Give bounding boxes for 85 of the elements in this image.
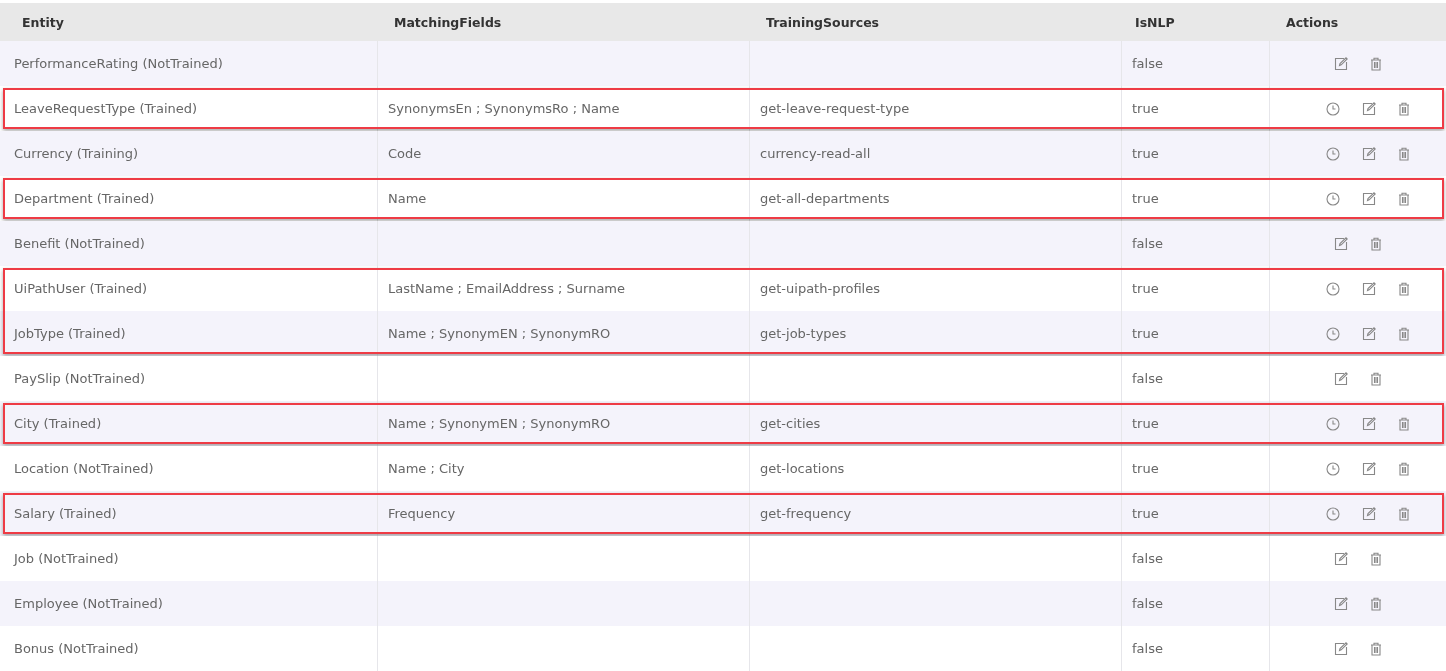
trash-icon[interactable] <box>1370 236 1382 251</box>
trash-icon[interactable] <box>1398 281 1410 296</box>
edit-icon[interactable] <box>1334 236 1348 251</box>
table-cell: Name ; City <box>388 461 465 476</box>
table-cell: Employee (NotTrained) <box>14 596 163 611</box>
trash-icon[interactable] <box>1398 191 1410 206</box>
trash-icon[interactable] <box>1398 146 1410 161</box>
table-cell: LastName ; EmailAddress ; Surname <box>388 281 626 296</box>
trash-icon[interactable] <box>1370 551 1382 566</box>
trash-icon[interactable] <box>1370 641 1382 656</box>
table-cell: Currency (Training) <box>14 146 139 161</box>
edit-icon[interactable] <box>1362 416 1376 431</box>
table-cell: PaySlip (NotTrained) <box>14 371 146 386</box>
table-cell: get-uipath-profiles <box>760 281 880 296</box>
clock-icon[interactable] <box>1326 101 1340 116</box>
clock-icon[interactable] <box>1326 506 1340 521</box>
clock-icon[interactable] <box>1326 326 1340 341</box>
table-cell: get-frequency <box>760 506 852 521</box>
column-header: IsNLP <box>1135 14 1175 30</box>
table-cell: false <box>1132 551 1163 566</box>
trash-icon[interactable] <box>1370 596 1382 611</box>
edit-icon[interactable] <box>1334 596 1348 611</box>
column-header: Entity <box>22 14 64 30</box>
table-cell: LeaveRequestType (Trained) <box>14 101 198 116</box>
table-cell: false <box>1132 641 1163 656</box>
edit-icon[interactable] <box>1362 191 1376 206</box>
table-cell: true <box>1132 326 1159 341</box>
table-cell: Frequency <box>388 506 456 521</box>
edit-icon[interactable] <box>1334 551 1348 566</box>
table-cell: true <box>1132 281 1159 296</box>
edit-icon[interactable] <box>1334 371 1348 386</box>
table-cell: UiPathUser (Trained) <box>14 281 148 296</box>
table-cell: Name ; SynonymEN ; SynonymRO <box>388 326 611 341</box>
table-cell: false <box>1132 371 1163 386</box>
column-header: Actions <box>1286 14 1339 30</box>
table-cell: JobType (Trained) <box>14 326 126 341</box>
table-cell: Benefit (NotTrained) <box>14 236 145 251</box>
trash-icon[interactable] <box>1398 461 1410 476</box>
table-cell: false <box>1132 596 1163 611</box>
table-cell: Bonus (NotTrained) <box>14 641 139 656</box>
table-cell: get-locations <box>760 461 845 476</box>
edit-icon[interactable] <box>1362 506 1376 521</box>
clock-icon[interactable] <box>1326 146 1340 161</box>
edit-icon[interactable] <box>1334 56 1348 71</box>
edit-icon[interactable] <box>1362 146 1376 161</box>
edit-icon[interactable] <box>1362 101 1376 116</box>
table-cell: City (Trained) <box>14 416 102 431</box>
table-cell: Name ; SynonymEN ; SynonymRO <box>388 416 611 431</box>
trash-icon[interactable] <box>1398 416 1410 431</box>
table-cell: get-all-departments <box>760 191 890 206</box>
table-cell: get-cities <box>760 416 821 431</box>
clock-icon[interactable] <box>1326 281 1340 296</box>
table-cell: Department (Trained) <box>14 191 155 206</box>
edit-icon[interactable] <box>1362 281 1376 296</box>
table-cell: get-leave-request-type <box>760 101 910 116</box>
table-cell: true <box>1132 461 1159 476</box>
edit-icon[interactable] <box>1334 641 1348 656</box>
column-header: TrainingSources <box>766 14 880 30</box>
table-cell: Location (NotTrained) <box>14 461 154 476</box>
table-cell: false <box>1132 56 1163 71</box>
trash-icon[interactable] <box>1398 101 1410 116</box>
table-cell: PerformanceRating (NotTrained) <box>14 56 223 71</box>
table-cell: currency-read-all <box>760 146 871 161</box>
table-cell: SynonymsEn ; SynonymsRo ; Name <box>388 101 620 116</box>
trash-icon[interactable] <box>1398 326 1410 341</box>
table-cell: true <box>1132 101 1159 116</box>
clock-icon[interactable] <box>1326 461 1340 476</box>
table-cell: true <box>1132 146 1159 161</box>
clock-icon[interactable] <box>1326 416 1340 431</box>
edit-icon[interactable] <box>1362 326 1376 341</box>
table-cell: get-job-types <box>760 326 847 341</box>
table-cell: true <box>1132 506 1159 521</box>
table-cell: Salary (Trained) <box>14 506 117 521</box>
edit-icon[interactable] <box>1362 461 1376 476</box>
table-cell: Job (NotTrained) <box>14 551 119 566</box>
trash-icon[interactable] <box>1370 56 1382 71</box>
table-cell: false <box>1132 236 1163 251</box>
table-cell: true <box>1132 191 1159 206</box>
table-cell: Name <box>388 191 427 206</box>
trash-icon[interactable] <box>1398 506 1410 521</box>
trash-icon[interactable] <box>1370 371 1382 386</box>
table-cell: true <box>1132 416 1159 431</box>
clock-icon[interactable] <box>1326 191 1340 206</box>
column-header: MatchingFields <box>394 14 502 30</box>
table-cell: Code <box>388 146 422 161</box>
